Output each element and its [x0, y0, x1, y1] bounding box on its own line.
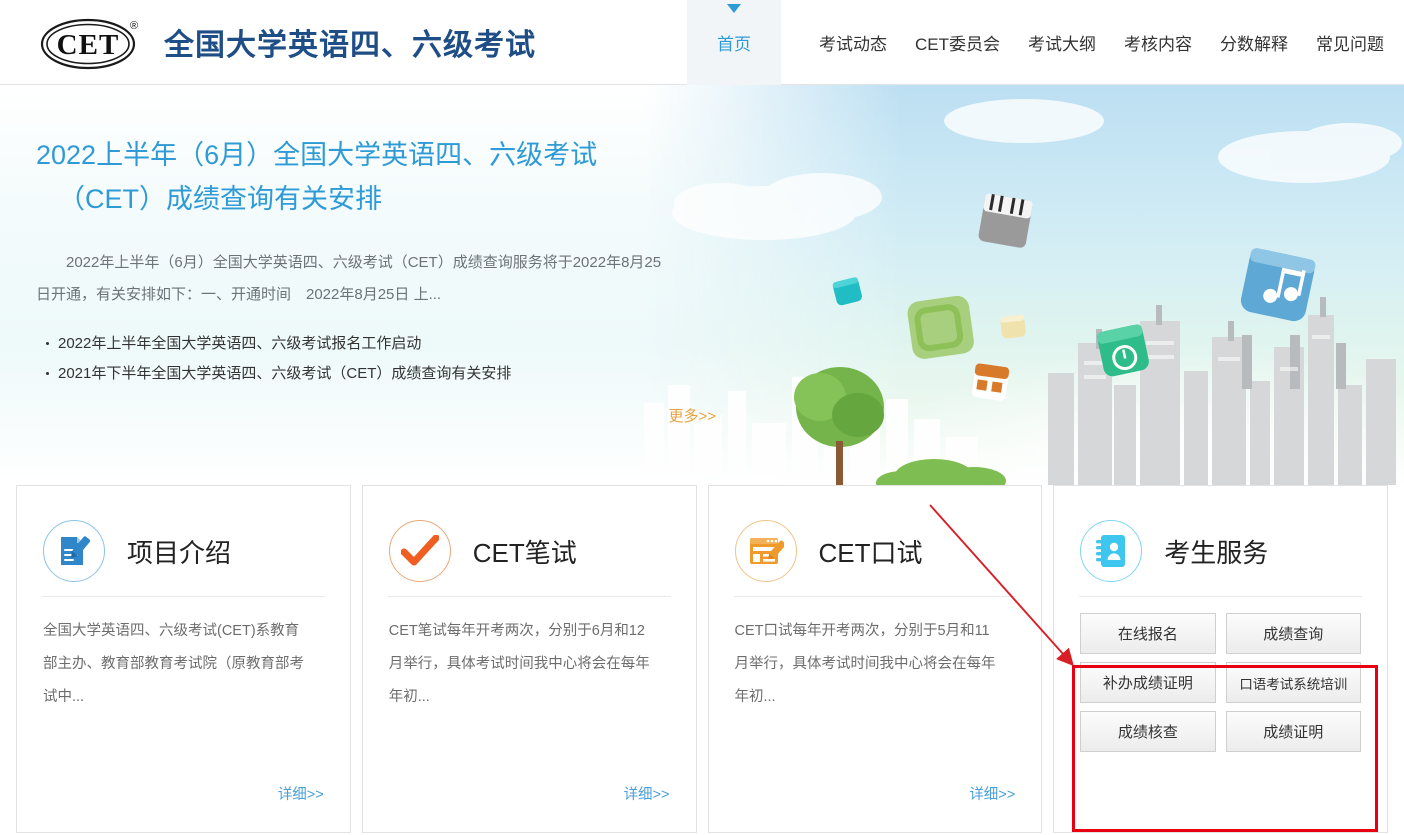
floating-cube-piano [978, 193, 1033, 248]
banner-headline-line1: 2022上半年（6月）全国大学英语四、六级考试 [36, 140, 598, 170]
nav-item-syllabus[interactable]: 考试大纲 [1014, 0, 1110, 85]
nav-item-cet-committee[interactable]: CET委员会 [901, 0, 1014, 85]
banner-more-link[interactable]: 更多>> [36, 405, 716, 426]
card-candidate-services: 考生服务 在线报名 成绩查询 补办成绩证明 口语考试系统培训 成绩核查 成绩证明 [1053, 485, 1388, 833]
nav-item-label: 考核内容 [1124, 34, 1192, 54]
hero-banner: 2022上半年（6月）全国大学英语四、六级考试 （CET）成绩查询有关安排 20… [0, 85, 1404, 485]
nav-item-score-explanation[interactable]: 分数解释 [1206, 0, 1302, 85]
cet-logo-icon: CET ® [38, 16, 146, 70]
card-title: CET口试 [818, 537, 923, 568]
feature-cards: 项目介绍 全国大学英语四、六级考试(CET)系教育部主办、教育部教育考试院（原教… [0, 485, 1404, 835]
card-header: CET口试 [734, 508, 1016, 594]
card-cet-oral-exam[interactable]: CET口试 CET口试每年开考两次，分别于5月和11月举行，具体考试时间我中心将… [707, 485, 1043, 833]
main-nav: 首页 考试动态 CET委员会 考试大纲 考核内容 分数解释 常见问题 [687, 0, 1404, 85]
nav-item-assessment-content[interactable]: 考核内容 [1110, 0, 1206, 85]
list-item[interactable]: 2021年下半年全国大学英语四、六级考试（CET）成绩查询有关安排 [36, 359, 720, 389]
nav-item-label: 考试动态 [819, 34, 887, 54]
banner-headline-line2: （CET）成绩查询有关安排 [58, 184, 382, 214]
card-title: 项目介绍 [127, 537, 232, 568]
site-title: 全国大学英语四、六级考试 [164, 29, 536, 62]
nav-item-label: CET委员会 [915, 34, 1000, 54]
card-header: CET笔试 [388, 508, 670, 594]
card-cet-written-exam[interactable]: CET笔试 CET笔试每年开考两次，分别于6月和12月举行，具体考试时间我中心将… [361, 485, 697, 833]
site-header: CET ® 全国大学英语四、六级考试 首页 考试动态 CET委员会 考试大纲 考… [0, 0, 1404, 85]
check-mark-icon [388, 520, 451, 582]
service-button-score-certificate[interactable]: 成绩证明 [1225, 711, 1361, 752]
card-project-intro[interactable]: 项目介绍 全国大学英语四、六级考试(CET)系教育部主办、教育部教育考试院（原教… [16, 485, 351, 833]
nav-item-label: 常见问题 [1316, 34, 1384, 54]
svg-text:®: ® [130, 20, 138, 32]
card-title: CET笔试 [472, 537, 577, 568]
service-button-online-registration[interactable]: 在线报名 [1080, 613, 1216, 654]
nav-spacer-end [1398, 0, 1404, 85]
document-pencil-icon [43, 520, 105, 582]
floating-cube-yellow [1000, 314, 1026, 339]
banner-illustration [644, 99, 1402, 485]
nav-item-faq[interactable]: 常见问题 [1302, 0, 1398, 85]
card-body-text: CET笔试每年开考两次，分别于6月和12月举行，具体考试时间我中心将会在每年年初… [388, 623, 650, 705]
brand[interactable]: CET ® 全国大学英语四、六级考试 [0, 16, 536, 70]
nav-item-exam-news[interactable]: 考试动态 [805, 0, 901, 85]
list-item[interactable]: 2022年上半年全国大学英语四、六级考试报名工作启动 [36, 329, 720, 359]
card-body-text: 全国大学英语四、六级考试(CET)系教育部主办、教育部教育考试院（原教育部考试中… [43, 623, 304, 705]
floating-cube-orange [971, 363, 1010, 401]
banner-description: 2022年上半年（6月）全国大学英语四、六级考试（CET）成绩查询服务将于202… [36, 254, 662, 303]
banner-text-block: 2022上半年（6月）全国大学英语四、六级考试 （CET）成绩查询有关安排 20… [0, 85, 720, 485]
address-book-icon [1080, 520, 1143, 582]
service-button-oral-exam-system-training[interactable]: 口语考试系统培训 [1225, 662, 1361, 703]
service-button-score-verification[interactable]: 成绩核查 [1080, 711, 1216, 752]
banner-headline[interactable]: 2022上半年（6月）全国大学英语四、六级考试 （CET）成绩查询有关安排 [36, 133, 676, 221]
nav-item-home[interactable]: 首页 [687, 0, 781, 85]
nav-item-label: 考试大纲 [1028, 34, 1096, 54]
svg-text:CET: CET [57, 29, 120, 61]
banner-news-list: 2022年上半年全国大学英语四、六级考试报名工作启动 2021年下半年全国大学英… [36, 329, 720, 389]
nav-item-label: 分数解释 [1220, 34, 1288, 54]
card-header: 考生服务 [1080, 508, 1361, 594]
floating-cube-green [907, 295, 974, 359]
floating-cube-music [1240, 248, 1316, 322]
card-header: 项目介绍 [43, 508, 324, 594]
card-title: 考生服务 [1164, 537, 1269, 568]
nav-item-label: 首页 [717, 34, 751, 54]
service-button-score-query[interactable]: 成绩查询 [1225, 613, 1361, 654]
floating-cube-teal [832, 277, 862, 306]
service-button-reissue-score-certificate[interactable]: 补办成绩证明 [1080, 662, 1216, 703]
floating-cube-emerald [1096, 324, 1149, 377]
form-pencil-icon [734, 520, 797, 582]
active-pin-icon [727, 3, 741, 13]
card-more-link[interactable]: 详细>> [278, 783, 324, 804]
card-body-text: CET口试每年开考两次，分别于5月和11月举行，具体考试时间我中心将会在每年年初… [734, 623, 996, 705]
card-more-link[interactable]: 详细>> [624, 783, 670, 804]
service-button-grid: 在线报名 成绩查询 补办成绩证明 口语考试系统培训 成绩核查 成绩证明 [1080, 597, 1361, 752]
card-more-link[interactable]: 详细>> [969, 783, 1015, 804]
